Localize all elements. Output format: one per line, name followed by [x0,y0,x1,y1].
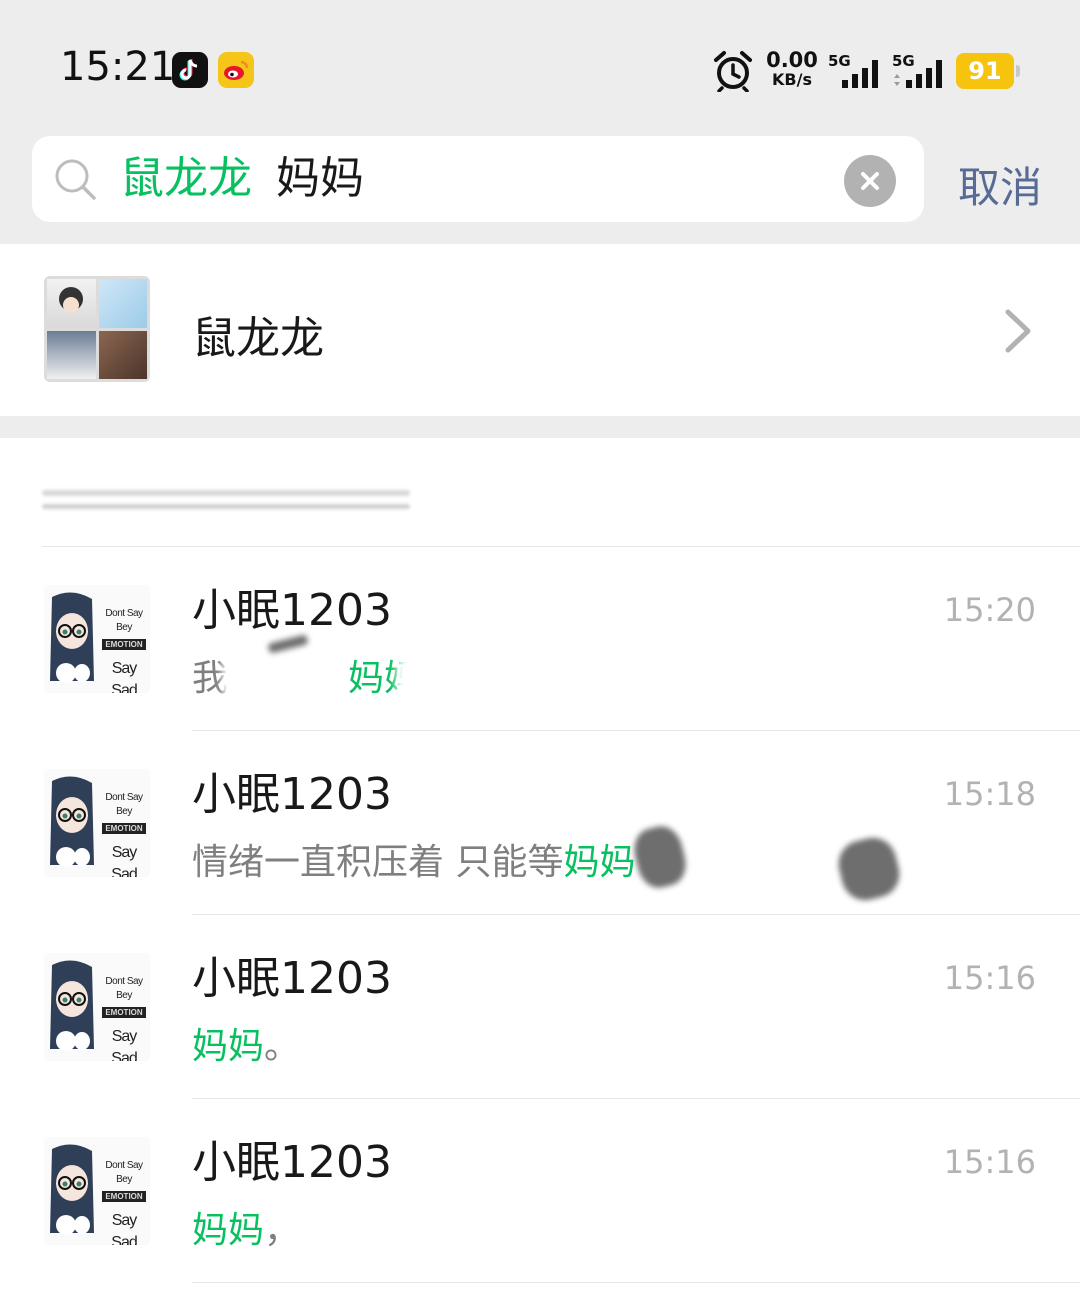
search-query[interactable]: 鼠龙龙 妈妈 [120,150,364,208]
redaction [396,651,456,705]
group-name: 鼠龙龙 [192,313,324,364]
group-chat-result[interactable]: 鼠龙龙 [0,244,1080,416]
avatar: Dont Say Bey EMOTION Say Sad [44,585,150,693]
svg-text:5G: 5G [892,52,915,70]
divider [192,1282,1080,1283]
message-snippet: 情绪一直积压着 只能等妈妈 [192,842,636,883]
tiktok-icon [172,52,208,88]
message-snippet: 妈妈， [192,1210,301,1251]
redaction [222,647,342,707]
avatar: Dont Say Bey EMOTION Say Sad [44,953,150,1061]
message-time: 15:16 [943,959,1036,997]
sender-name: 小眠1203 [192,769,392,820]
weibo-icon [218,52,254,88]
sender-name: 小眠1203 [192,1137,392,1188]
clear-search-button[interactable] [844,155,896,207]
message-result[interactable]: Dont Say Bey EMOTION Say Sad 小眠1203 15:1… [0,731,1080,915]
alarm-icon [714,51,752,92]
sender-name: 小眠1203 [192,953,392,1004]
message-time: 15:18 [943,775,1036,813]
section-divider [0,416,1080,438]
signal-5g-icon-2: 5G [892,52,942,88]
chevron-right-icon [1005,309,1031,353]
battery-indicator: 91 [956,53,1020,89]
close-icon [861,172,879,190]
message-result[interactable]: Dont Say Bey EMOTION Say Sad 小眠1203 15:1… [0,1099,1080,1283]
group-avatar [44,276,150,382]
search-icon [55,159,96,200]
search-keyword: 妈妈 [276,153,364,204]
status-time: 15:21 [60,44,176,90]
redaction [833,832,905,906]
section-header-redacted [42,488,410,512]
message-result[interactable]: Dont Say Bey EMOTION Say Sad 小眠1203 15:1… [0,915,1080,1099]
signal-5g-icon: 5G [828,52,878,88]
search-group-tag: 鼠龙龙 [120,153,252,204]
message-result[interactable]: Dont Say Bey EMOTION Say Sad 小眠1203 15:2… [0,547,1080,731]
message-snippet: 妈妈。 [192,1026,301,1067]
redaction [629,822,691,892]
message-time: 15:20 [943,591,1036,629]
avatar: Dont Say Bey EMOTION Say Sad [44,769,150,877]
message-time: 15:16 [943,1143,1036,1181]
status-bar: 15:21 0.00 KB/s 5G 5G 91 [0,0,1080,130]
avatar: Dont Say Bey EMOTION Say Sad [44,1137,150,1245]
search-input[interactable]: 鼠龙龙 妈妈 [32,136,924,222]
network-speed: 0.00 KB/s [766,48,818,90]
sender-name: 小眠1203 [192,585,392,636]
search-header: 鼠龙龙 妈妈 [0,130,1080,244]
svg-text:5G: 5G [828,52,851,70]
cancel-button[interactable]: 取消 [958,154,1042,215]
